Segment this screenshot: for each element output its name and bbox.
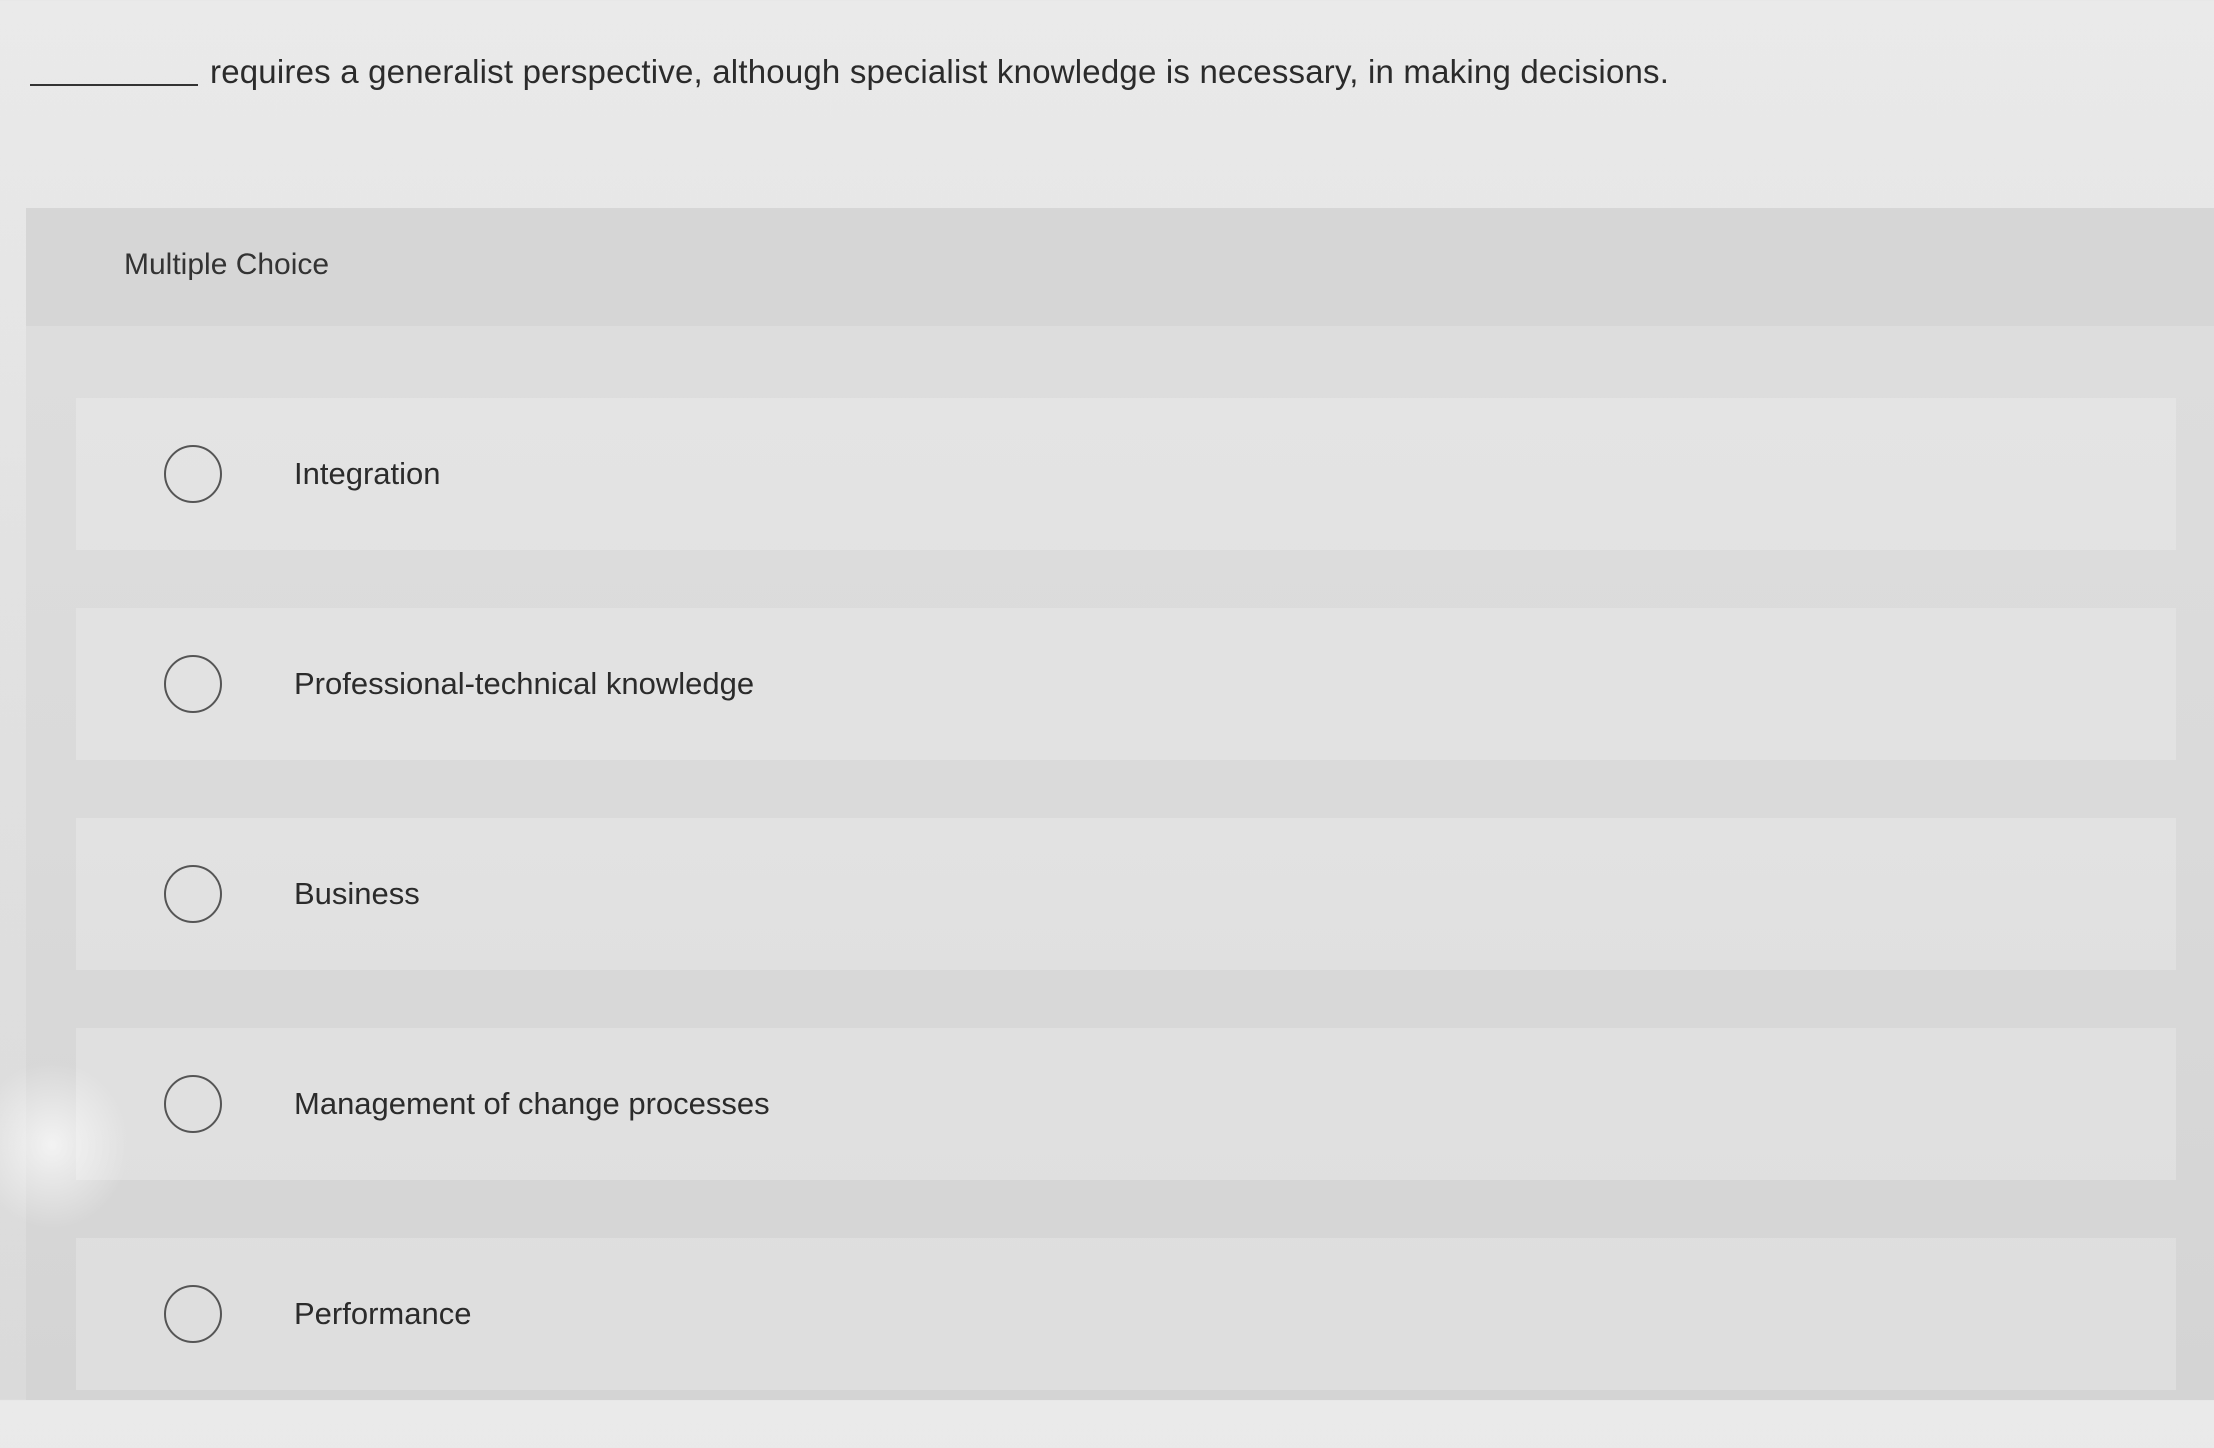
answer-option-label: Professional-technical knowledge	[294, 666, 755, 701]
answer-option-label: Business	[294, 876, 420, 911]
panel-header: Multiple Choice	[26, 208, 2214, 326]
radio-button-icon[interactable]	[164, 445, 222, 503]
answer-option-performance[interactable]: Performance	[76, 1238, 2176, 1390]
answer-option-business[interactable]: Business	[76, 818, 2176, 970]
answer-option-label: Integration	[294, 456, 441, 491]
multiple-choice-panel: Multiple Choice Integration Professional…	[26, 208, 2214, 1400]
question-text-row: requires a generalist perspective, altho…	[30, 52, 1669, 92]
fill-in-blank-line	[30, 84, 198, 86]
answer-option-professional-technical-knowledge[interactable]: Professional-technical knowledge	[76, 608, 2176, 760]
answer-option-label: Management of change processes	[294, 1086, 770, 1121]
radio-button-icon[interactable]	[164, 1285, 222, 1343]
radio-button-icon[interactable]	[164, 1075, 222, 1133]
radio-button-icon[interactable]	[164, 865, 222, 923]
screen-glare	[0, 1060, 130, 1230]
answer-option-label: Performance	[294, 1296, 472, 1331]
answer-options: Integration Professional-technical knowl…	[76, 398, 2176, 1448]
question-type-label: Multiple Choice	[124, 248, 330, 281]
answer-option-management-of-change-processes[interactable]: Management of change processes	[76, 1028, 2176, 1180]
radio-button-icon[interactable]	[164, 655, 222, 713]
question-text: requires a generalist perspective, altho…	[210, 53, 1670, 90]
answer-option-integration[interactable]: Integration	[76, 398, 2176, 550]
